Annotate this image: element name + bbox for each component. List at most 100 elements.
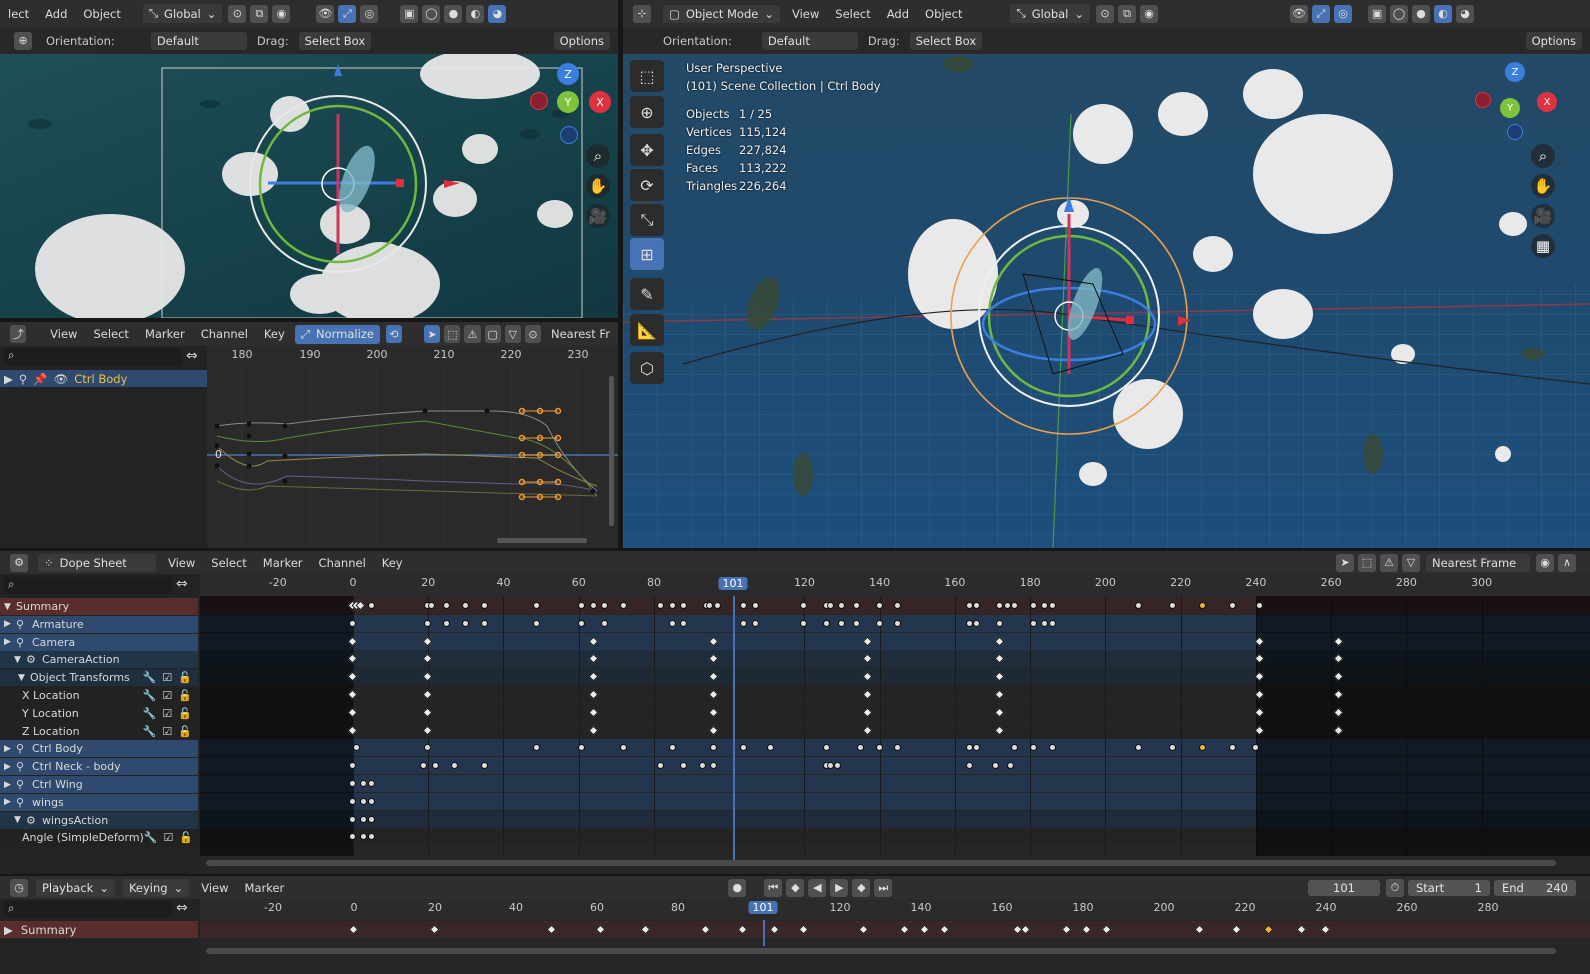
mode-dropdown[interactable]: ▢ Object Mode ⌄ [663, 4, 780, 23]
keyframe[interactable] [965, 619, 973, 627]
modifier-wrench-icon[interactable]: 🔧 [144, 831, 158, 844]
keyframe[interactable] [367, 602, 375, 609]
expand-icon[interactable]: ▼ [18, 673, 30, 683]
gizmo-neg-z[interactable] [560, 126, 578, 144]
keyframe[interactable] [826, 602, 834, 609]
scale-tool[interactable]: ⤡ [630, 204, 664, 236]
current-frame-field[interactable]: 101 [1308, 879, 1380, 896]
keyframe[interactable] [680, 602, 688, 609]
channel-row[interactable]: ▶ ⚲ Armature [0, 615, 198, 633]
camera-view-icon[interactable]: 🎥 [586, 204, 610, 228]
keyframe[interactable] [713, 602, 721, 609]
keyframe[interactable] [480, 619, 488, 627]
filter-icon[interactable]: ▽ [1402, 553, 1420, 572]
keyframe[interactable] [875, 619, 883, 627]
keyframe[interactable] [480, 602, 488, 609]
current-frame-indicator[interactable]: 101 [718, 577, 748, 590]
next-keyframe-icon[interactable]: ◆ [852, 878, 871, 897]
gizmo-neg-z[interactable] [1507, 124, 1523, 140]
prev-keyframe-icon[interactable]: ◆ [786, 878, 805, 897]
channel-row[interactable]: ▶ ⚲ Ctrl Body [0, 740, 198, 758]
overlay-icon[interactable]: ◎ [360, 4, 379, 23]
keyframe[interactable] [996, 619, 1004, 627]
keyframe[interactable] [823, 619, 830, 627]
wireframe-shading-icon[interactable]: ◯ [1390, 4, 1409, 23]
modifier-wrench-icon[interactable]: 🔧 [143, 689, 157, 702]
horizontal-scrollbar[interactable] [206, 860, 1556, 866]
gizmo-y-axis[interactable]: Y [1500, 98, 1520, 118]
mute-checkbox[interactable]: ☑ [164, 831, 174, 844]
channel-row[interactable]: ▶ ⚲ Ctrl Wing [0, 776, 198, 793]
timeline-summary-row[interactable]: ▶ Summary [0, 921, 198, 938]
show-hidden-icon[interactable]: ⬚ [1358, 553, 1376, 572]
modifier-wrench-icon[interactable]: 🔧 [143, 725, 157, 738]
keyframe[interactable] [461, 619, 469, 627]
keyframe[interactable] [766, 744, 774, 752]
menu-marker[interactable]: Marker [237, 881, 293, 895]
3d-viewport[interactable]: User Perspective (101) Scene Collection … [623, 54, 1590, 548]
stopwatch-icon[interactable]: ⏱ [1386, 878, 1404, 897]
solid-shading-icon[interactable]: ● [1412, 4, 1431, 23]
falloff-icon[interactable]: ∧ [1558, 553, 1576, 572]
keyframe[interactable] [349, 815, 356, 823]
keyframe[interactable] [698, 762, 706, 770]
zoom-icon[interactable]: ⌕ [1531, 144, 1555, 168]
lock-icon[interactable]: 🔓 [178, 707, 192, 720]
ortho-grid-icon[interactable]: ▦ [1531, 234, 1555, 258]
keyframe[interactable] [349, 797, 356, 805]
horizontal-scrollbar[interactable] [206, 948, 1556, 954]
xray-icon[interactable]: ▣ [400, 4, 419, 23]
gizmo-y-axis[interactable]: Y [557, 91, 579, 113]
options-dropdown[interactable]: Options [553, 31, 610, 50]
only-selected-icon[interactable]: ➤ [424, 325, 441, 343]
expand-icon[interactable]: ▼ [4, 602, 16, 612]
record-icon[interactable]: ● [728, 878, 747, 897]
channel-row[interactable]: ▼ Object Transforms 🔧 ☑ 🔓 [0, 669, 198, 687]
play-icon[interactable]: ▶ [830, 878, 849, 897]
keyframe[interactable] [838, 619, 846, 627]
pivot-icon[interactable]: ⊙ [228, 4, 247, 23]
pan-hand-icon[interactable]: ✋ [586, 174, 610, 198]
solid-shading-icon[interactable]: ● [444, 4, 463, 23]
xray-icon[interactable]: ▣ [1368, 4, 1387, 23]
dopesheet-editor-icon[interactable]: ⚙ [10, 553, 28, 572]
editor-type-icon[interactable]: ⊹ [633, 4, 651, 23]
gizmo-neg-x[interactable] [1475, 92, 1491, 108]
pin-icon[interactable]: 📌 [33, 372, 47, 386]
keyframe[interactable] [349, 619, 356, 627]
expand-icon[interactable]: ▶ [4, 797, 16, 807]
menu-select[interactable]: Select [827, 7, 878, 21]
keyframe[interactable] [996, 602, 1004, 609]
tool-icon[interactable]: ⊕ [14, 31, 32, 50]
channel-row[interactable]: ▼ ⚙ CameraAction [0, 651, 198, 669]
channel-row[interactable]: Y Location 🔧 ☑ 🔓 [0, 704, 198, 722]
gizmo-z-axis[interactable]: Z [557, 63, 579, 85]
playhead-line[interactable] [732, 596, 735, 860]
dopesheet-mode-dropdown[interactable]: ⁘ Dope Sheet [38, 553, 156, 572]
box-select-icon[interactable]: ▢ [484, 325, 501, 343]
modifier-wrench-icon[interactable]: 🔧 [143, 707, 157, 720]
camera-view-icon[interactable]: 🎥 [1531, 204, 1555, 228]
menu-view[interactable]: View [784, 7, 827, 21]
only-selected-icon[interactable]: ➤ [1336, 553, 1354, 572]
timeline-area[interactable] [200, 920, 1590, 974]
expand-icon[interactable]: ▶ [4, 762, 16, 772]
lock-icon[interactable]: 🔓 [179, 831, 193, 844]
snap-dropdown[interactable]: Nearest Frame [1426, 553, 1530, 572]
lock-icon[interactable]: 🔓 [178, 689, 192, 702]
snap-dropdown[interactable]: Nearest Fr [543, 327, 618, 341]
graph-editor-type-icon[interactable]: ⤴ [10, 325, 27, 343]
drag-dropdown[interactable]: Select Box [298, 31, 372, 50]
proportional-icon[interactable]: ◉ [272, 4, 291, 23]
move-tool[interactable]: ✥ [630, 134, 664, 166]
keyframe[interactable] [349, 780, 356, 787]
expand-icon[interactable]: ▶ [4, 744, 16, 754]
pan-hand-icon[interactable]: ✋ [1531, 174, 1555, 198]
lock-icon[interactable]: 🔓 [178, 671, 192, 684]
material-shading-icon[interactable]: ◐ [1434, 4, 1453, 23]
swap-icon[interactable]: ⇔ [176, 900, 188, 916]
visibility-icon[interactable]: 👁 [1290, 4, 1309, 23]
keyframe[interactable] [443, 619, 451, 627]
errors-icon[interactable]: ⚠ [1380, 553, 1398, 572]
timeline-editor-icon[interactable]: ◷ [10, 878, 28, 897]
